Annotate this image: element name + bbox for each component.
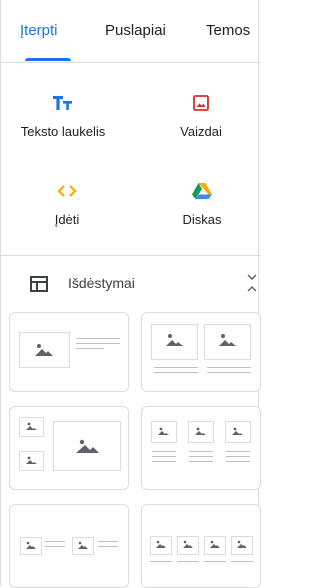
- layouts-section-header[interactable]: Išdėstymai: [0, 272, 261, 296]
- image-placeholder-icon: [26, 422, 37, 430]
- text-line: [150, 561, 172, 562]
- text-line: [231, 561, 253, 562]
- image-placeholder-icon: [210, 540, 220, 548]
- tab-themes[interactable]: Temos: [206, 22, 250, 39]
- image-placeholder: [20, 537, 42, 555]
- image-placeholder: [231, 536, 253, 555]
- insert-text-box-button[interactable]: Teksto laukelis: [3, 94, 123, 139]
- layout-option-image-text-pairs[interactable]: [9, 504, 129, 588]
- image-placeholder-icon: [219, 334, 236, 346]
- image-placeholder-icon: [237, 540, 247, 548]
- insert-drive-label: Diskas: [182, 212, 222, 227]
- google-drive-icon: [192, 183, 212, 199]
- image-placeholder: [19, 417, 44, 437]
- insert-images-label: Vaizdai: [180, 124, 222, 139]
- text-box-icon: [53, 96, 72, 110]
- image-placeholder-icon: [166, 334, 183, 346]
- image-placeholder: [204, 324, 251, 360]
- image-icon: [193, 95, 209, 111]
- text-line: [154, 372, 198, 373]
- tab-insert[interactable]: Įterpti: [20, 22, 58, 39]
- text-line: [152, 456, 176, 457]
- text-line: [207, 367, 251, 368]
- image-placeholder: [225, 421, 251, 443]
- tab-bar: Įterpti Puslapiai Temos: [0, 0, 261, 63]
- insert-embed-label: Įdėti: [54, 212, 80, 227]
- layouts-title: Išdėstymai: [68, 275, 135, 291]
- image-placeholder: [53, 421, 121, 471]
- text-line: [76, 343, 120, 344]
- layout-option-four-columns[interactable]: [141, 504, 261, 588]
- text-line: [189, 451, 213, 452]
- text-line: [204, 561, 226, 562]
- text-line: [177, 561, 199, 562]
- text-line: [76, 338, 120, 339]
- image-placeholder: [177, 536, 199, 555]
- layout-option-small-and-large[interactable]: [9, 406, 129, 490]
- text-line: [226, 451, 250, 452]
- image-placeholder-icon: [26, 456, 37, 464]
- image-placeholder: [151, 324, 198, 360]
- collapse-icon[interactable]: [246, 272, 258, 294]
- image-placeholder-icon: [26, 541, 36, 549]
- insert-images-button[interactable]: Vaizdai: [141, 94, 261, 139]
- image-placeholder-icon: [78, 541, 88, 549]
- image-placeholder-icon: [158, 427, 169, 435]
- text-line: [226, 456, 250, 457]
- section-divider: [0, 255, 261, 256]
- text-line: [45, 546, 65, 547]
- layout-option-three-columns[interactable]: [141, 406, 261, 490]
- image-placeholder: [204, 536, 226, 555]
- text-line: [98, 546, 118, 547]
- active-tab-indicator: [25, 58, 71, 61]
- image-placeholder: [19, 451, 44, 471]
- image-placeholder-icon: [195, 427, 206, 435]
- image-placeholder-icon: [232, 427, 243, 435]
- text-line: [76, 348, 104, 349]
- image-placeholder-icon: [183, 540, 193, 548]
- image-placeholder-icon: [156, 540, 166, 548]
- image-placeholder-icon: [76, 439, 99, 453]
- insert-text-box-label: Teksto laukelis: [20, 124, 106, 139]
- text-line: [152, 461, 176, 462]
- embed-icon: [57, 185, 77, 197]
- insert-embed-button[interactable]: Įdėti: [7, 182, 127, 227]
- layout-icon: [30, 276, 48, 292]
- image-placeholder: [188, 421, 214, 443]
- image-placeholder: [150, 536, 172, 555]
- tab-pages[interactable]: Puslapiai: [105, 22, 166, 39]
- text-line: [226, 461, 250, 462]
- text-line: [98, 541, 118, 542]
- text-line: [189, 461, 213, 462]
- image-placeholder: [72, 537, 94, 555]
- image-placeholder: [19, 332, 70, 368]
- layout-option-image-text[interactable]: [9, 312, 129, 392]
- text-line: [207, 372, 251, 373]
- layout-option-two-images[interactable]: [141, 312, 261, 392]
- text-line: [189, 456, 213, 457]
- text-line: [152, 451, 176, 452]
- image-placeholder: [151, 421, 177, 443]
- image-placeholder-icon: [35, 344, 53, 356]
- text-line: [154, 367, 198, 368]
- text-line: [45, 541, 65, 542]
- insert-drive-button[interactable]: Diskas: [142, 182, 262, 227]
